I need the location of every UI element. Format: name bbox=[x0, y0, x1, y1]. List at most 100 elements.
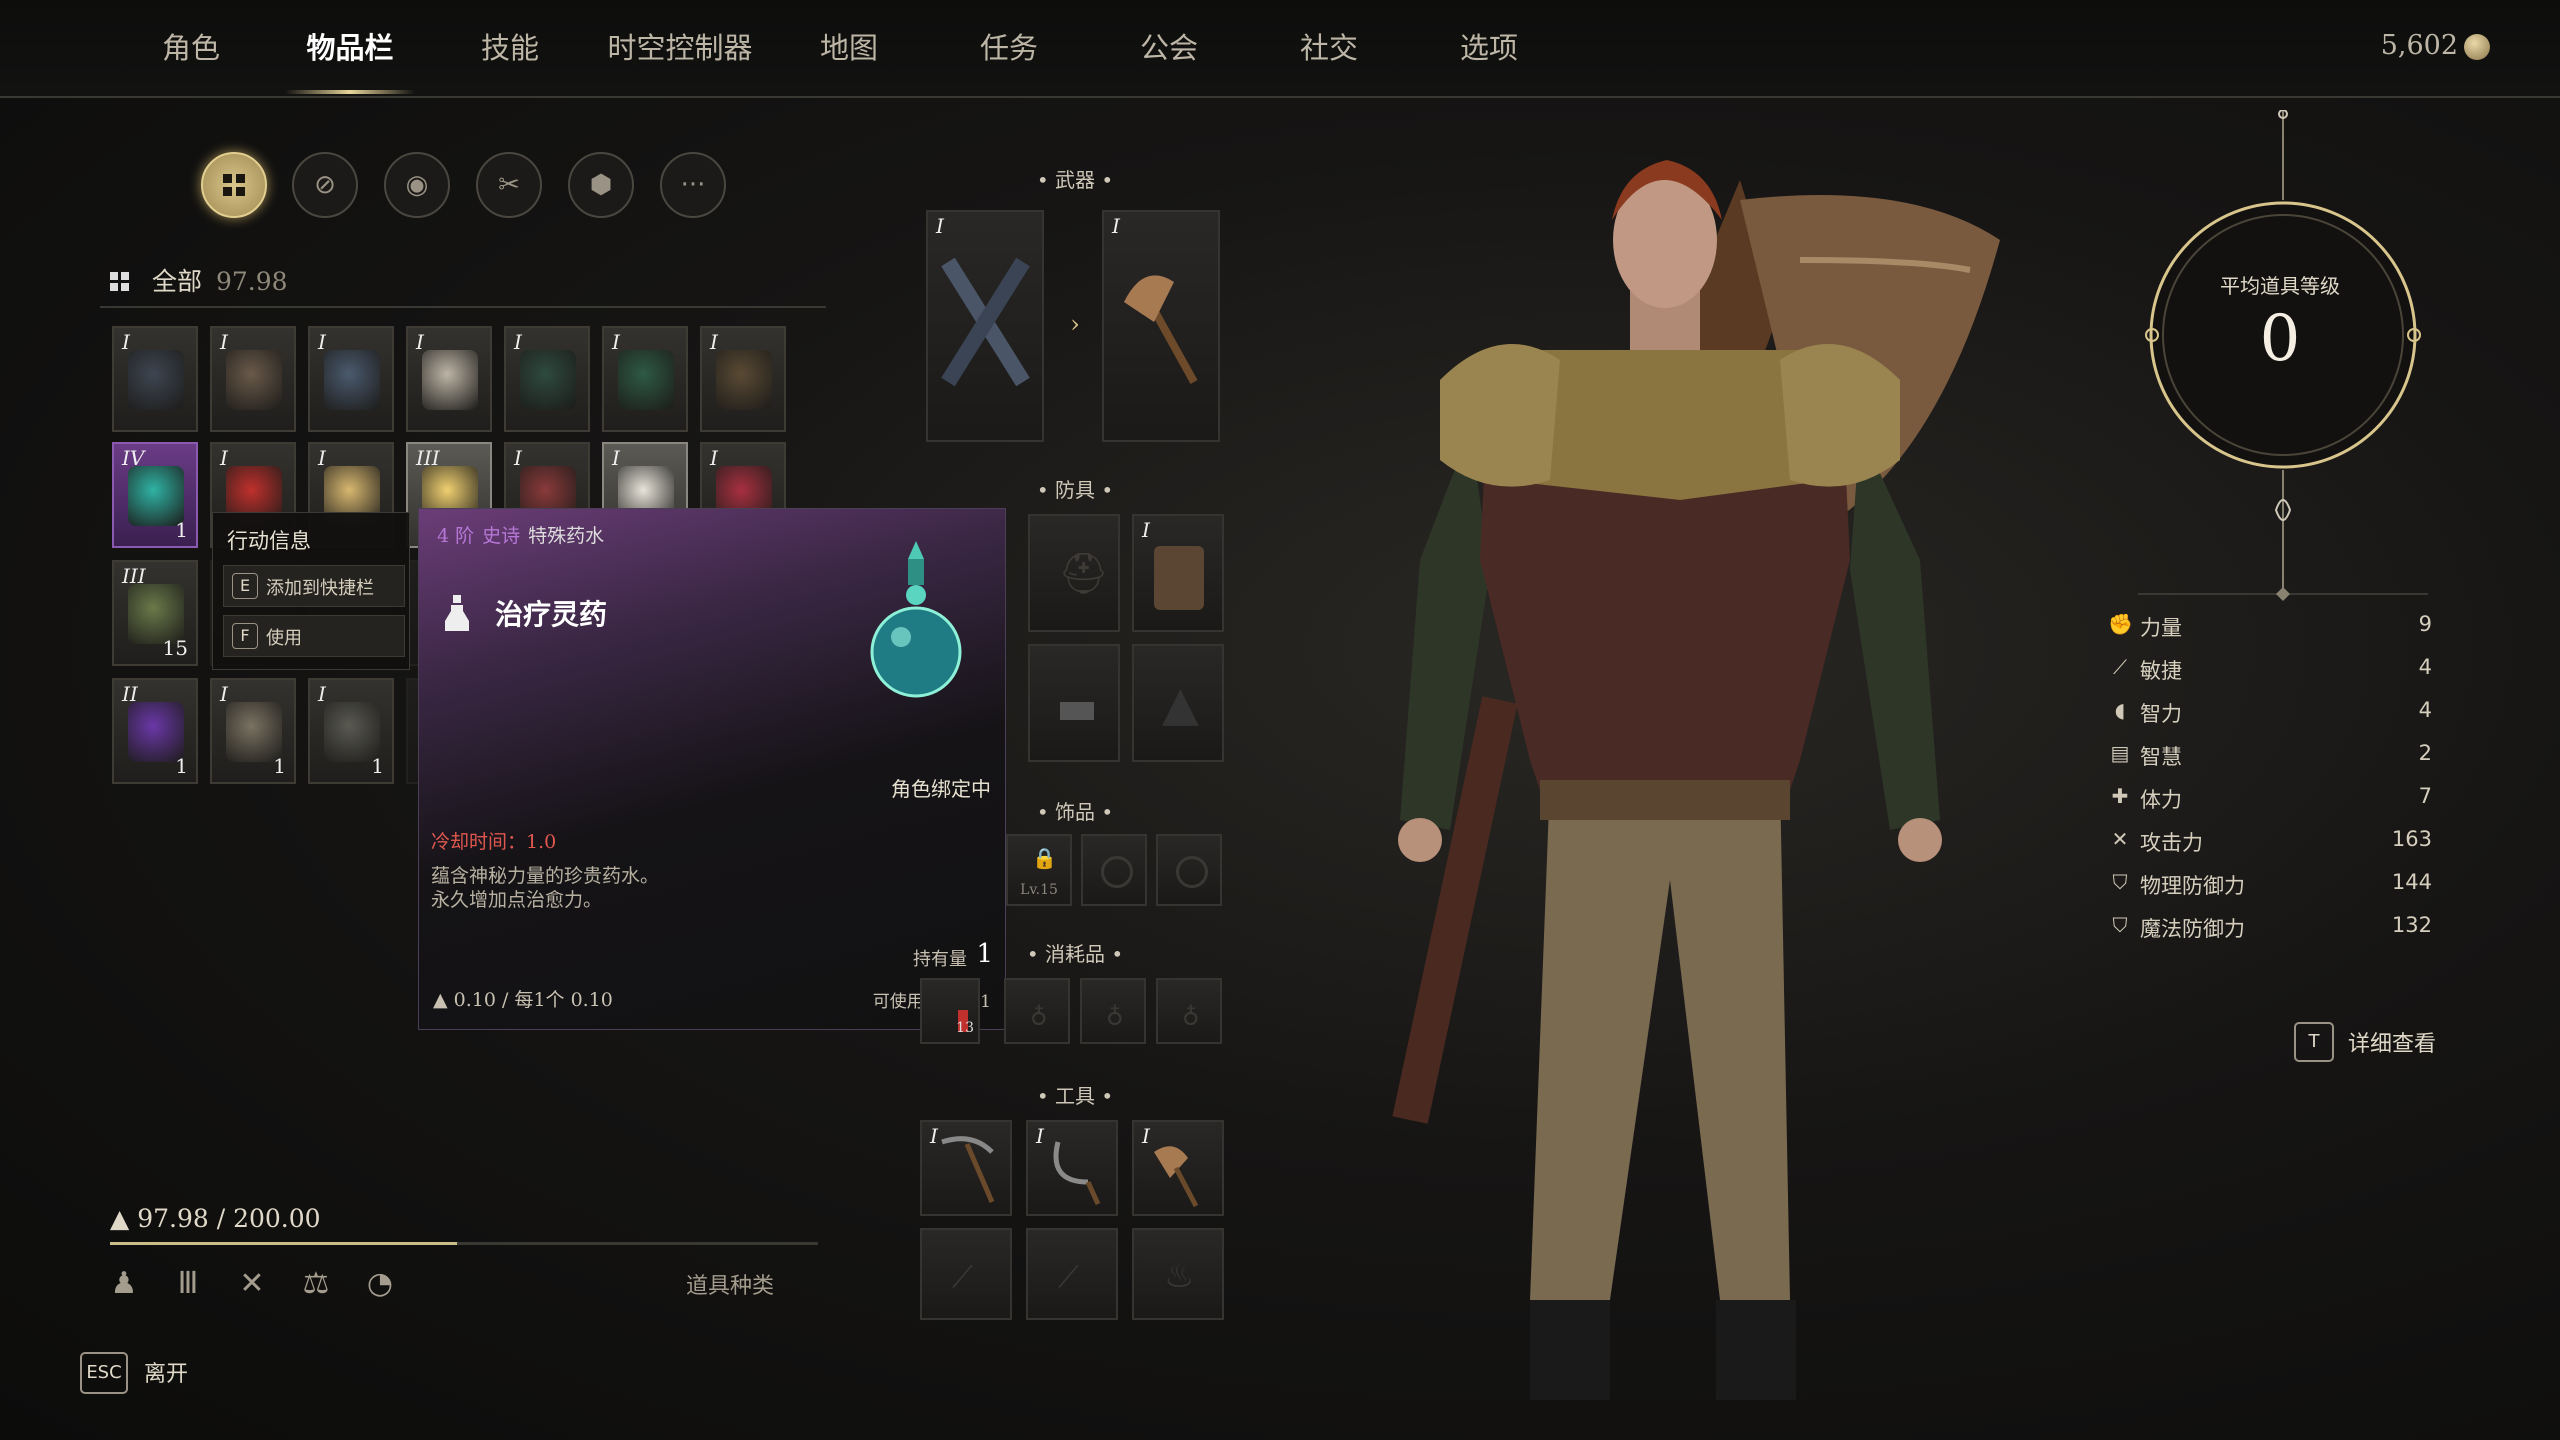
helmet-slot[interactable]: ⛑ bbox=[1028, 514, 1120, 632]
weapon-section-title: • 武器 • bbox=[1036, 168, 1114, 192]
sickle-slot[interactable]: I bbox=[1026, 1120, 1118, 1216]
stat-value: 7 bbox=[2418, 784, 2432, 808]
hatchet-slot[interactable]: I bbox=[1132, 1120, 1224, 1216]
tab-skills[interactable]: 技能 bbox=[481, 22, 539, 74]
item-tooltip: 4 阶史诗 特殊药水 治疗灵药 角色绑定中 冷却时间：1.0 蕴含神秘力量的珍贵药… bbox=[418, 508, 1006, 1030]
filter-accessory-button[interactable]: ◉ bbox=[384, 152, 450, 218]
pickaxe-slot[interactable]: I bbox=[920, 1120, 1012, 1216]
inventory-slot[interactable]: I bbox=[602, 326, 688, 432]
necklace-slot[interactable] bbox=[1156, 834, 1222, 906]
sort-weight-icon[interactable]: ⚖ bbox=[296, 1264, 336, 1304]
necklace-icon bbox=[1176, 856, 1208, 888]
filter-equipment-button[interactable]: ⊘ bbox=[292, 152, 358, 218]
item-tier: 4 阶 bbox=[437, 525, 475, 547]
inventory-slot[interactable]: III 15 bbox=[112, 560, 198, 666]
boots-slot[interactable] bbox=[1028, 644, 1120, 762]
esc-key[interactable]: ESC bbox=[80, 1352, 128, 1394]
inventory-slot[interactable]: I bbox=[210, 326, 296, 432]
tab-options[interactable]: 选项 bbox=[1460, 22, 1518, 74]
tab-map[interactable]: 地图 bbox=[820, 22, 878, 74]
green-vest-2-icon bbox=[618, 350, 674, 410]
ring-slot[interactable] bbox=[1081, 834, 1147, 906]
filter-crafting-button[interactable]: ✂ bbox=[476, 152, 542, 218]
inventory-slot[interactable]: I bbox=[700, 326, 786, 432]
sort-type-label[interactable]: 道具种类 bbox=[686, 1268, 774, 1300]
tab-character[interactable]: 角色 bbox=[162, 22, 220, 74]
legs-slot[interactable]: I bbox=[1132, 514, 1224, 632]
key-hint: F bbox=[232, 623, 258, 649]
inventory-slot[interactable]: II 1 bbox=[112, 678, 198, 784]
tab-chrono-controller[interactable]: 时空控制器 bbox=[607, 22, 752, 74]
tier-label: I bbox=[1142, 1124, 1150, 1148]
tab-guild[interactable]: 公会 bbox=[1140, 22, 1198, 74]
crossed-swords-icon bbox=[128, 350, 184, 410]
mask-icon bbox=[422, 350, 478, 410]
knife-slot[interactable]: ⟋ bbox=[920, 1228, 1012, 1320]
inventory-slot[interactable]: I bbox=[504, 326, 590, 432]
item-description: 永久增加点治愈力。 bbox=[431, 889, 603, 911]
inventory-slot[interactable]: I1 bbox=[308, 678, 394, 784]
ring-slot-locked[interactable]: 🔒 Lv.15 bbox=[1006, 834, 1072, 906]
tier-label: I bbox=[612, 446, 620, 470]
flask-icon: ♁ bbox=[1182, 1000, 1200, 1028]
book-icon: ▤ bbox=[2110, 741, 2130, 765]
boot-icon: ⟋ bbox=[2113, 655, 2127, 679]
item-type: 特殊药水 bbox=[528, 525, 605, 547]
top-nav-bar: 角色 物品栏 技能 时空控制器 地图 任务 公会 社交 选项 5,602 bbox=[0, 0, 2560, 98]
section-label: 防具 bbox=[1055, 478, 1095, 502]
use-item-button[interactable]: F 使用 bbox=[223, 615, 405, 657]
tier-label: I bbox=[122, 330, 130, 354]
filter-box-button[interactable]: ⬢ bbox=[568, 152, 634, 218]
armor-section-title: • 防具 • bbox=[1036, 478, 1114, 502]
sort-time-icon[interactable]: ◔ bbox=[360, 1264, 400, 1304]
main-weapon-slot[interactable]: I bbox=[926, 210, 1044, 442]
inventory-slot[interactable]: I bbox=[112, 326, 198, 432]
item-rarity: 史诗 bbox=[482, 525, 521, 547]
weight-icon: ▲ bbox=[433, 989, 454, 1011]
filter-all-button[interactable] bbox=[201, 152, 267, 218]
exit-label[interactable]: 离开 bbox=[144, 1356, 188, 1388]
scrap-icon bbox=[324, 702, 380, 762]
tier-label: I bbox=[318, 446, 326, 470]
inventory-slot[interactable]: I bbox=[406, 326, 492, 432]
tab-quests[interactable]: 任务 bbox=[980, 22, 1038, 74]
tab-inventory[interactable]: 物品栏 bbox=[306, 22, 393, 74]
action-label: 添加到快捷栏 bbox=[266, 578, 374, 599]
stack-count: 1 bbox=[175, 518, 188, 542]
stat-row: ✊ 力量 9 bbox=[2108, 608, 2432, 648]
weight-icon: ▲ bbox=[110, 1204, 138, 1233]
consumable-slot-2[interactable]: ♁ bbox=[1004, 978, 1070, 1044]
consumable-slot-4[interactable]: ♁ bbox=[1156, 978, 1222, 1044]
inventory-slot[interactable]: I1 bbox=[210, 678, 296, 784]
fishing-rod-slot[interactable]: ⟋ bbox=[1026, 1228, 1118, 1320]
sort-tier-icon[interactable]: Ⅲ bbox=[168, 1264, 208, 1304]
consumable-slot-3[interactable]: ♁ bbox=[1080, 978, 1146, 1044]
carry-weight-bar bbox=[110, 1242, 818, 1245]
off-weapon-slot[interactable]: I bbox=[1102, 210, 1220, 442]
item-name: 治疗灵药 bbox=[495, 598, 608, 631]
sort-equipment-icon[interactable]: ♟ bbox=[104, 1264, 144, 1304]
stat-name: 物理防御力 bbox=[2140, 874, 2245, 898]
cloak-slot[interactable]: ▲ bbox=[1132, 644, 1224, 762]
filter-more-button[interactable]: ··· bbox=[660, 152, 726, 218]
add-to-quickbar-button[interactable]: E 添加到快捷栏 bbox=[223, 565, 405, 607]
detail-key-hint[interactable]: T bbox=[2294, 1022, 2334, 1062]
divider bbox=[100, 306, 826, 308]
tier-label: I bbox=[930, 1124, 938, 1148]
stat-name: 智力 bbox=[2140, 702, 2182, 726]
view-details-button[interactable]: 详细查看 bbox=[2348, 1026, 2436, 1058]
sort-attack-icon[interactable]: ✕ bbox=[232, 1264, 272, 1304]
quantity-label: 持有量 bbox=[913, 949, 967, 970]
consumable-slot-1[interactable]: 13 bbox=[920, 978, 980, 1044]
fishing-rod-icon: ⟋ bbox=[1058, 1260, 1079, 1295]
cloak-icon: ▲ bbox=[1162, 676, 1199, 732]
section-label: 工具 bbox=[1055, 1084, 1095, 1108]
stat-value: 4 bbox=[2418, 698, 2432, 722]
campfire-slot[interactable]: ♨ bbox=[1132, 1228, 1224, 1320]
fist-icon: ✊ bbox=[2108, 612, 2133, 636]
inventory-slot[interactable]: IV 1 bbox=[112, 442, 198, 548]
inventory-slot[interactable]: I bbox=[308, 326, 394, 432]
tab-social[interactable]: 社交 bbox=[1300, 22, 1358, 74]
axes-icon bbox=[226, 350, 282, 410]
axe-icon bbox=[1124, 275, 1198, 384]
